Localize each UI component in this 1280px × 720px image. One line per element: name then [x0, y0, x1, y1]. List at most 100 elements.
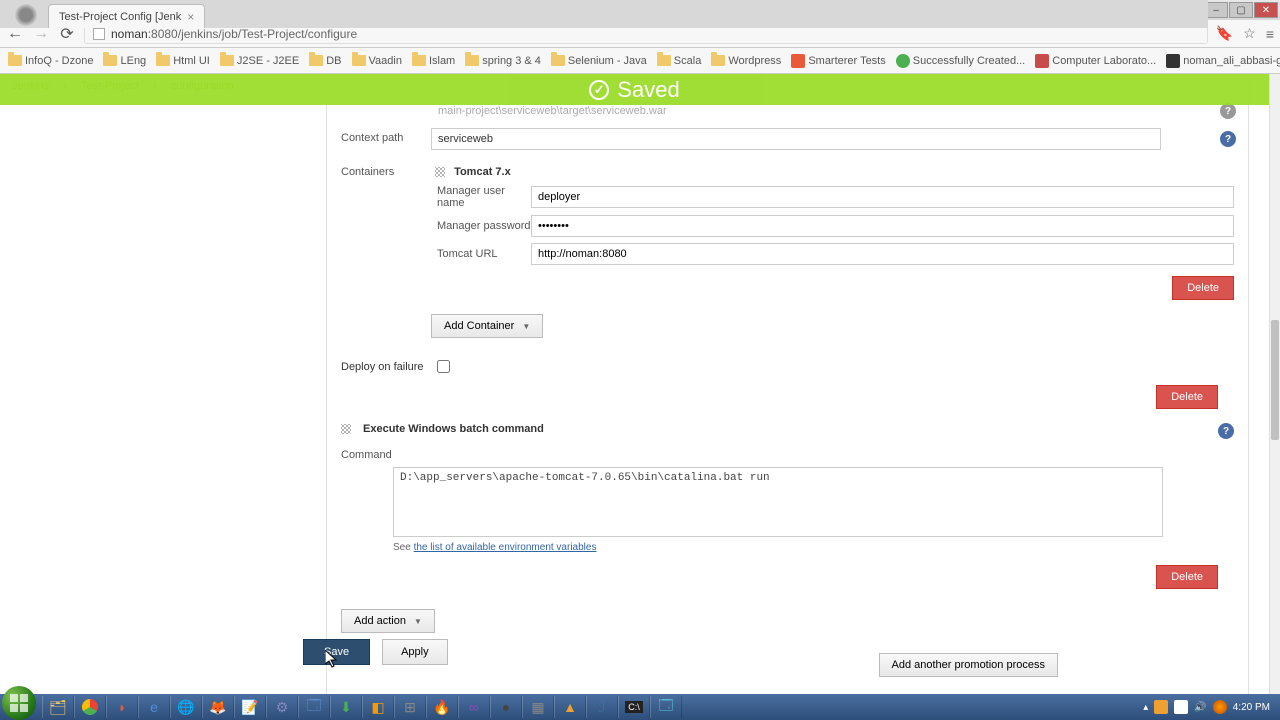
bookmark-item[interactable]: DB — [309, 55, 341, 67]
delete-batch-button[interactable]: Delete — [1156, 565, 1218, 589]
help-icon[interactable]: ? — [1220, 103, 1236, 119]
tray-show-hidden-icon[interactable]: ▴ — [1143, 702, 1148, 713]
start-button[interactable] — [2, 686, 36, 720]
bookmark-item[interactable]: Computer Laborato... — [1035, 54, 1156, 68]
system-tray: ▴ 🔊 4:20 PM — [1135, 700, 1278, 714]
help-icon[interactable]: ? — [1218, 423, 1234, 439]
manager-user-input[interactable] — [531, 186, 1234, 208]
url-domain: noman — [111, 27, 148, 41]
context-path-input[interactable] — [431, 128, 1161, 150]
folder-icon — [465, 55, 479, 66]
site-icon — [1166, 54, 1180, 68]
window-maximize-button[interactable]: ▢ — [1229, 2, 1253, 18]
tab-title: Test-Project Config [Jenk — [59, 11, 181, 23]
command-label: Command — [341, 445, 395, 461]
taskbar-app[interactable]: ⬇ — [330, 696, 362, 718]
bookmark-item[interactable]: J2SE - J2EE — [220, 55, 299, 67]
menu-icon[interactable]: ≡ — [1266, 26, 1274, 42]
tray-clock[interactable]: 4:20 PM — [1233, 702, 1270, 713]
taskbar-app[interactable]: ● — [490, 696, 522, 718]
add-action-button[interactable]: Add action▼ — [341, 609, 435, 633]
bookmark-item[interactable]: LEng — [103, 55, 146, 67]
folder-icon — [220, 55, 234, 66]
folder-icon — [551, 55, 565, 66]
add-container-button[interactable]: Add Container▼ — [431, 314, 543, 338]
bookmark-item[interactable]: Smarterer Tests — [791, 54, 885, 68]
taskbar-app[interactable]: ∞ — [458, 696, 490, 718]
taskbar-app[interactable]: 🗂 — [42, 696, 74, 718]
taskbar-app[interactable]: ◧ — [362, 696, 394, 718]
command-textarea[interactable] — [393, 467, 1163, 537]
close-tab-icon[interactable]: × — [187, 10, 194, 24]
tray-volume-icon[interactable]: 🔊 — [1194, 702, 1206, 713]
url-path: :8080/jenkins/job/Test-Project/configure — [148, 27, 357, 41]
drag-handle-icon[interactable] — [341, 424, 351, 434]
folder-icon — [156, 55, 170, 66]
taskbar-app[interactable]: 🗔 — [650, 696, 682, 718]
bookmarks-bar: InfoQ - Dzone LEng Html UI J2SE - J2EE D… — [0, 48, 1280, 74]
help-icon[interactable]: ? — [1220, 131, 1236, 147]
taskbar-app[interactable]: 🌐 — [170, 696, 202, 718]
browser-tab-strip: Test-Project Config [Jenk × — [0, 0, 1208, 28]
drag-handle-icon[interactable] — [435, 167, 445, 177]
apply-button[interactable]: Apply — [382, 639, 448, 665]
taskbar-app[interactable]: C:\ — [618, 696, 650, 718]
page-scrollbar[interactable] — [1269, 74, 1280, 696]
folder-icon — [309, 55, 323, 66]
bookmark-item[interactable]: Vaadin — [352, 55, 402, 67]
command-hint: See the list of available environment va… — [393, 540, 1248, 559]
site-icon — [791, 54, 805, 68]
forward-button[interactable]: → — [32, 25, 50, 43]
site-icon — [1035, 54, 1049, 68]
bookmark-item[interactable]: Successfully Created... — [896, 54, 1026, 68]
taskbar-app[interactable]: e — [138, 696, 170, 718]
favorite-icon[interactable]: ☆ — [1243, 25, 1256, 42]
taskbar-app[interactable]: ▲ — [554, 696, 586, 718]
taskbar-app[interactable]: 📝 — [234, 696, 266, 718]
delete-container-button[interactable]: Delete — [1172, 276, 1234, 300]
save-button[interactable]: Save — [303, 639, 370, 665]
tomcat-url-label: Tomcat URL — [431, 248, 531, 260]
config-form-panel: ? Context path ? Containers Tomcat 7.x M… — [326, 74, 1249, 696]
tray-icon[interactable] — [1154, 700, 1168, 714]
saved-notification-banner: ✓ Saved — [0, 74, 1269, 105]
bookmark-item[interactable]: InfoQ - Dzone — [8, 55, 93, 67]
bookmark-item[interactable]: Scala — [657, 55, 702, 67]
tomcat-url-input[interactable] — [531, 243, 1234, 265]
bookmark-item[interactable]: Islam — [412, 55, 455, 67]
taskbar-app[interactable]: ℐ — [586, 696, 618, 718]
env-vars-link[interactable]: the list of available environment variab… — [414, 542, 597, 553]
taskbar-app[interactable]: 🦊 — [202, 696, 234, 718]
manager-user-label: Manager user name — [431, 185, 531, 209]
taskbar-app[interactable]: ⊞ — [394, 696, 426, 718]
check-icon: ✓ — [589, 80, 609, 100]
exec-batch-section-header: Execute Windows batch command ? — [327, 415, 1248, 439]
bookmark-item[interactable]: Html UI — [156, 55, 210, 67]
add-promotion-button[interactable]: Add another promotion process — [879, 653, 1058, 677]
context-path-label: Context path — [341, 128, 431, 144]
extension-icon[interactable]: 🔖 — [1216, 25, 1233, 42]
manager-password-input[interactable] — [531, 215, 1234, 237]
taskbar-app-chrome[interactable] — [74, 696, 106, 718]
manager-password-label: Manager password — [431, 220, 531, 232]
folder-icon — [352, 55, 366, 66]
folder-icon — [657, 55, 671, 66]
taskbar-app[interactable]: 🗔 — [298, 696, 330, 718]
deploy-on-failure-checkbox[interactable] — [437, 360, 450, 373]
bookmark-item[interactable]: Selenium - Java — [551, 55, 647, 67]
scrollbar-thumb[interactable] — [1271, 320, 1279, 440]
site-icon — [896, 54, 910, 68]
delete-deploy-button[interactable]: Delete — [1156, 385, 1218, 409]
window-close-button[interactable]: ✕ — [1254, 2, 1278, 18]
saved-label: Saved — [617, 77, 679, 103]
taskbar-app[interactable]: ▦ — [522, 696, 554, 718]
bookmark-item[interactable]: noman_ali_abbasi-git — [1166, 54, 1280, 68]
taskbar-app[interactable]: ⚙ — [266, 696, 298, 718]
browser-tab-active[interactable]: Test-Project Config [Jenk × — [48, 4, 205, 28]
taskbar-app[interactable]: 🔥 — [426, 696, 458, 718]
bookmark-item[interactable]: Wordpress — [711, 55, 781, 67]
tray-icon[interactable] — [1213, 700, 1227, 714]
tray-icon[interactable] — [1174, 700, 1188, 714]
bookmark-item[interactable]: spring 3 & 4 — [465, 55, 541, 67]
taskbar-app[interactable]: ◗ — [106, 696, 138, 718]
